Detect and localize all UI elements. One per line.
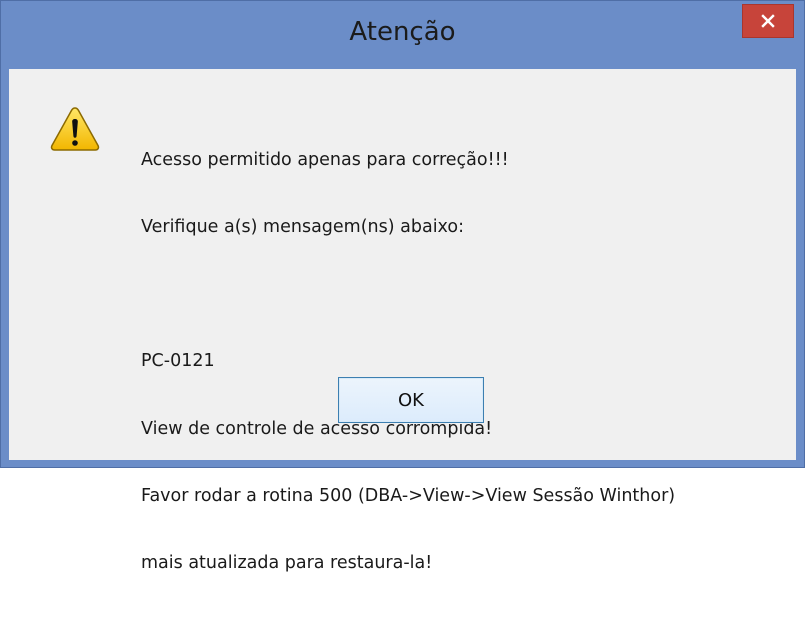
message-line <box>141 283 675 305</box>
message-text: Acesso permitido apenas para correção!!!… <box>141 104 675 619</box>
message-line: Favor rodar a rotina 500 (DBA->View->Vie… <box>141 485 676 506</box>
close-button[interactable] <box>742 4 794 38</box>
title-bar[interactable]: Atenção <box>1 1 804 69</box>
message-line: Acesso permitido apenas para correção!!! <box>141 149 509 170</box>
ok-button[interactable]: OK <box>338 377 484 423</box>
dialog-body: Acesso permitido apenas para correção!!!… <box>9 69 796 573</box>
close-icon <box>761 14 775 28</box>
dialog-window: Atenção Acesso permitido apenas para cor… <box>0 0 805 573</box>
message-line: Verifique a(s) mensagem(ns) abaixo: <box>141 217 464 238</box>
message-line: mais atualizada para restaura-la! <box>141 553 433 574</box>
message-line: PC-0121 <box>141 351 215 372</box>
window-title: Atenção <box>349 17 456 47</box>
warning-icon <box>50 107 100 151</box>
